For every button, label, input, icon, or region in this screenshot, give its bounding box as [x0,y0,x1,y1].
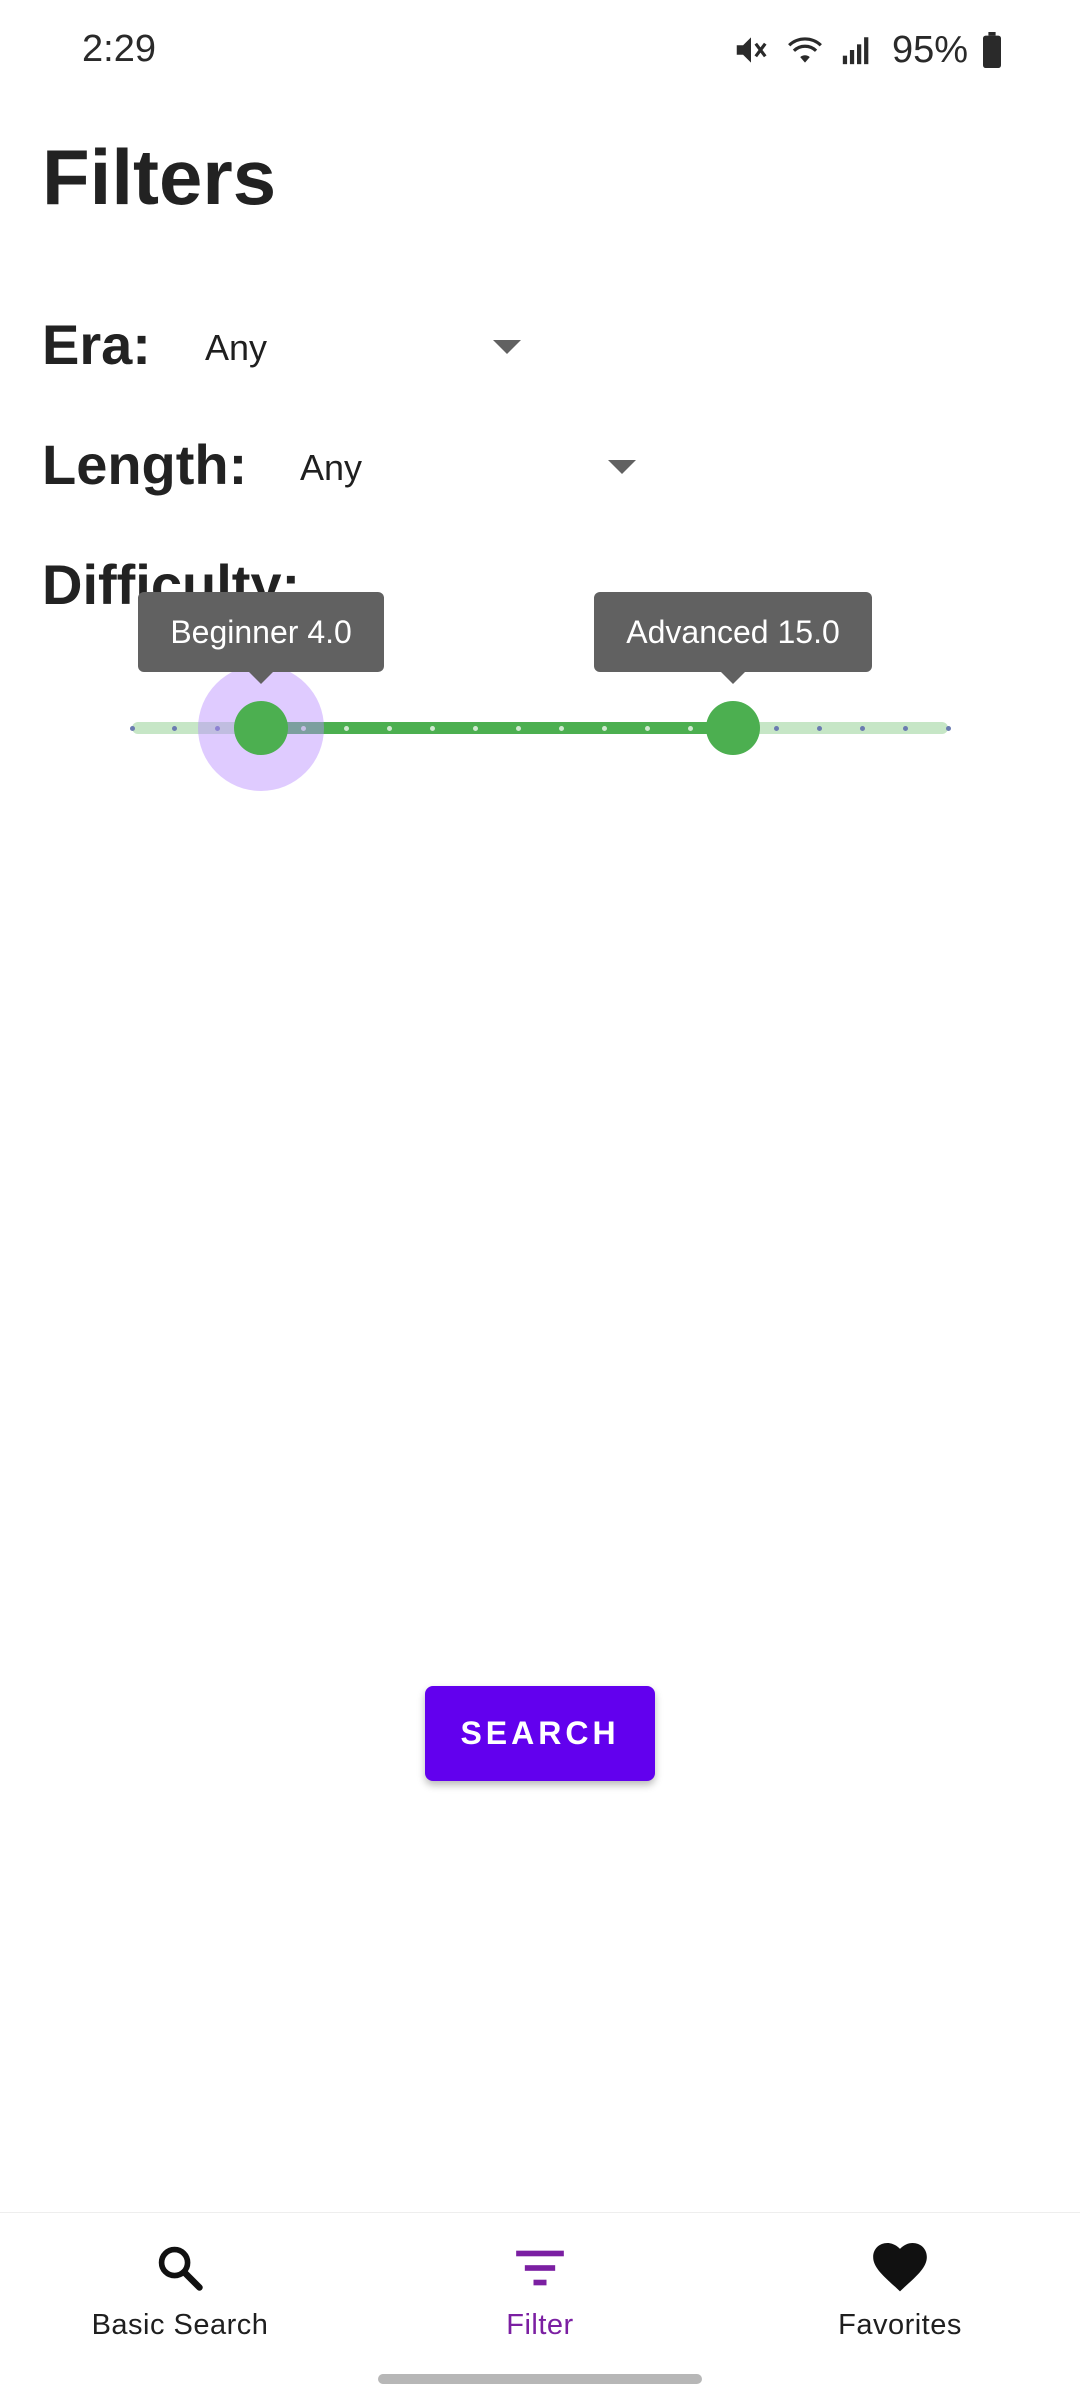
battery-icon [983,32,1001,68]
search-icon [154,2239,206,2297]
era-label: Era: [42,313,151,376]
slider-tick [558,726,564,731]
dropdown-arrow-icon [493,340,521,354]
difficulty-range-slider[interactable]: Beginner 4.0 Advanced 15.0 [0,580,1080,800]
lower-value-tooltip: Beginner 4.0 [138,592,384,684]
slider-upper-thumb[interactable] [706,701,761,755]
page-title: Filters [42,133,277,221]
length-dropdown-value: Any [300,447,363,488]
era-dropdown[interactable]: Any [205,308,521,388]
nav-label-basic-search: Basic Search [91,2309,269,2341]
slider-tick [773,726,779,731]
slider-tick [687,726,693,731]
nav-item-filter[interactable]: Filter [360,2213,720,2363]
nav-item-basic-search[interactable]: Basic Search [0,2213,360,2363]
slider-tick [859,726,865,731]
status-bar: 2:29 95% [0,0,1080,100]
slider-tick [902,726,908,731]
era-dropdown-value: Any [205,327,268,368]
status-icons: 95% [732,24,1002,76]
mute-icon [736,37,767,63]
slider-tick [129,726,135,731]
battery-percentage: 95% [891,28,968,71]
screen: 2:29 95% Filters Era: Any Length: Any Di… [0,0,1080,2400]
upper-value-tooltip: Advanced 15.0 [594,592,872,684]
filter-icon [514,2239,566,2297]
slider-tick [516,726,522,731]
length-label: Length: [42,433,248,496]
heart-icon [872,2239,928,2297]
slider-tick [816,726,822,731]
nav-item-favorites[interactable]: Favorites [720,2213,1080,2363]
slider-tick [644,726,650,731]
search-button[interactable]: SEARCH [425,1686,655,1781]
dropdown-arrow-icon [608,460,636,474]
nav-label-favorites: Favorites [838,2309,962,2341]
signal-icon [842,37,869,65]
slider-tick [945,726,951,731]
length-dropdown[interactable]: Any [300,428,636,508]
status-time: 2:29 [82,28,156,70]
home-indicator[interactable] [378,2374,702,2384]
wifi-icon [788,37,822,63]
slider-tick [601,726,607,731]
nav-label-filter: Filter [506,2309,574,2341]
slider-active-range [260,722,734,734]
slider-lower-thumb[interactable] [233,701,288,755]
bottom-navigation: Basic Search Filter Favorites [0,2212,1080,2400]
